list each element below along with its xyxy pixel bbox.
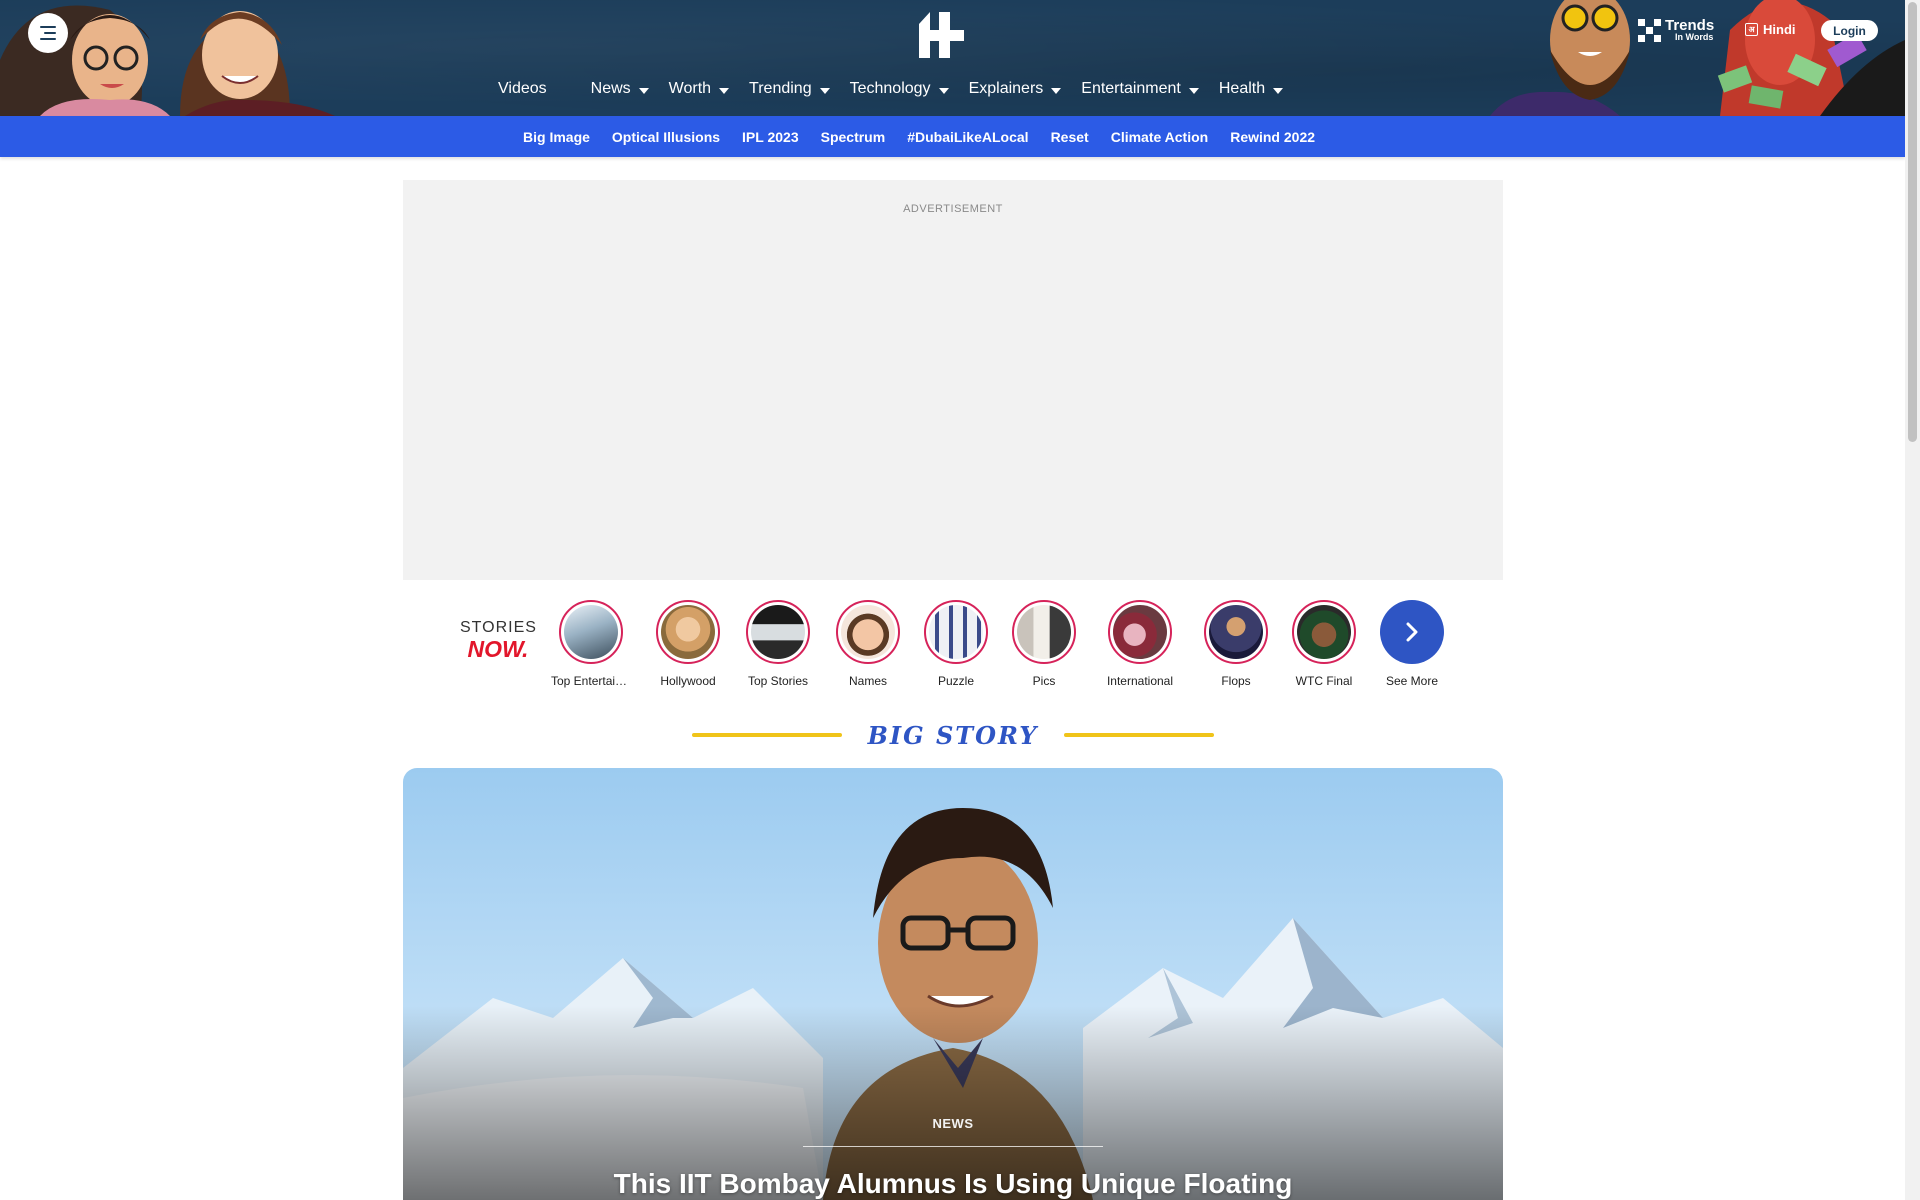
subnav-climate-action[interactable]: Climate Action (1111, 129, 1209, 145)
subnav-reset[interactable]: Reset (1051, 129, 1089, 145)
story-thumbnail (1297, 605, 1351, 659)
nav-trending[interactable]: Trending (749, 80, 830, 98)
caret-down-icon (938, 87, 949, 94)
subnav-rewind-2022[interactable]: Rewind 2022 (1230, 129, 1315, 145)
caret-down-icon (638, 87, 649, 94)
login-button[interactable]: Login (1821, 20, 1878, 41)
sub-nav: Big Image Optical Illusions IPL 2023 Spe… (0, 116, 1905, 157)
scrollbar-thumb[interactable] (1908, 2, 1917, 442)
nav-news[interactable]: News (591, 80, 649, 98)
subnav-optical-illusions[interactable]: Optical Illusions (612, 129, 720, 145)
story-hollywood[interactable]: Hollywood (648, 600, 728, 688)
story-thumbnail (1017, 605, 1071, 659)
hamburger-icon (40, 26, 56, 28)
menu-button[interactable] (28, 13, 68, 53)
hindi-label: Hindi (1763, 22, 1796, 37)
story-names[interactable]: Names (828, 600, 908, 688)
caret-down-icon (1273, 87, 1284, 94)
big-story-title: BIG STORY (867, 720, 1039, 750)
story-thumbnail (661, 605, 715, 659)
stories-now-strip: STORIES NOW. Top Entertainment Hollywood… (403, 598, 1503, 688)
subnav-ipl-2023[interactable]: IPL 2023 (742, 129, 799, 145)
category-divider (803, 1146, 1103, 1147)
nav-explainers[interactable]: Explainers (969, 80, 1062, 98)
indiatimes-logo-icon[interactable] (917, 10, 967, 60)
main-nav: Videos News Worth Trending Technology Ex… (470, 76, 1284, 102)
caret-down-icon (1051, 87, 1062, 94)
language-icon: अ (1745, 23, 1758, 36)
big-story-card[interactable]: NEWS This IIT Bombay Alumnus Is Using Un… (403, 768, 1503, 1200)
stories-see-more-button[interactable]: See More (1372, 600, 1452, 688)
story-category: NEWS (932, 1116, 974, 1131)
caret-down-icon (719, 87, 730, 94)
story-international[interactable]: International (1100, 600, 1180, 688)
story-thumbnail (751, 605, 805, 659)
nav-worth[interactable]: Worth (669, 80, 730, 98)
story-thumbnail (841, 605, 895, 659)
caret-down-icon (1188, 87, 1199, 94)
site-header: Videos News Worth Trending Technology Ex… (0, 0, 1905, 116)
story-wtc-final[interactable]: WTC Final (1284, 600, 1364, 688)
nav-entertainment[interactable]: Entertainment (1081, 80, 1199, 98)
trends-grid-icon (1638, 18, 1661, 42)
story-pics[interactable]: Pics (1004, 600, 1084, 688)
chevron-right-icon (1406, 622, 1418, 642)
trends-subtitle: In Words (1675, 32, 1714, 42)
heading-divider (1064, 733, 1215, 737)
subnav-spectrum[interactable]: Spectrum (821, 129, 886, 145)
page-scrollbar[interactable] (1905, 0, 1920, 1200)
stories-now-brand: STORIES NOW. (460, 619, 537, 662)
advertisement-label: ADVERTISEMENT (903, 203, 1003, 215)
trends-in-words-link[interactable]: Trends In Words (1638, 18, 1714, 42)
subnav-dubai-like-a-local[interactable]: #DubaiLikeALocal (907, 129, 1028, 145)
story-top-stories[interactable]: Top Stories (738, 600, 818, 688)
story-puzzle[interactable]: Puzzle (916, 600, 996, 688)
nav-technology[interactable]: Technology (850, 80, 949, 98)
nav-health[interactable]: Health (1219, 80, 1284, 98)
trends-title: Trends (1665, 17, 1715, 34)
hindi-language-link[interactable]: अ Hindi (1745, 22, 1796, 37)
nav-videos[interactable]: Videos (498, 80, 547, 98)
advertisement-slot: ADVERTISEMENT (403, 180, 1503, 580)
story-thumbnail (1113, 605, 1167, 659)
heading-divider (691, 733, 842, 737)
subnav-big-image[interactable]: Big Image (523, 129, 590, 145)
story-thumbnail (1209, 605, 1263, 659)
story-thumbnail (564, 605, 618, 659)
story-thumbnail (929, 605, 983, 659)
big-story-image (403, 768, 1503, 1200)
big-story-heading: BIG STORY (403, 718, 1503, 752)
story-flops[interactable]: Flops (1196, 600, 1276, 688)
story-top-entertainment[interactable]: Top Entertainment (551, 600, 631, 688)
caret-down-icon (819, 87, 830, 94)
story-headline[interactable]: This IIT Bombay Alumnus Is Using Unique … (403, 1168, 1503, 1200)
